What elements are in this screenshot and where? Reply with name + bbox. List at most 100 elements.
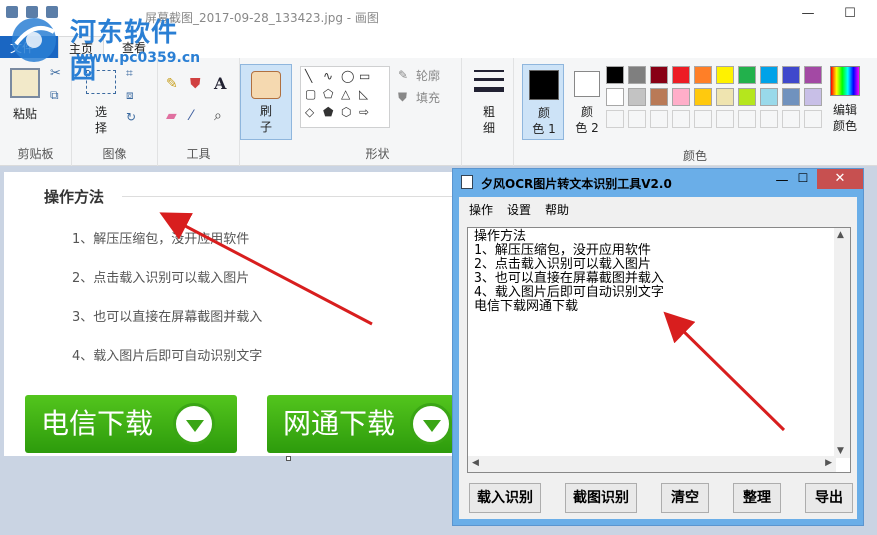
custom-color-slot[interactable] [738, 110, 756, 128]
rounded-rect-shape-icon[interactable]: ▢ [305, 87, 316, 101]
menu-item-settings[interactable]: 设置 [507, 201, 531, 218]
arrow-shape-icon[interactable]: ⇨ [359, 105, 369, 119]
undo-icon[interactable] [45, 6, 58, 18]
tab-file[interactable]: 文件 [0, 36, 58, 58]
vertical-scrollbar[interactable]: ▲ ▼ [834, 228, 850, 458]
right-triangle-shape-icon[interactable]: ◺ [359, 87, 368, 101]
scroll-up-icon[interactable]: ▲ [837, 230, 844, 240]
edit-colors-line2[interactable]: 颜色 [828, 118, 862, 134]
palette-swatch[interactable] [606, 66, 624, 84]
ocr-close-button[interactable]: ✕ [817, 169, 863, 189]
horizontal-scrollbar[interactable]: ◀ ▶ [468, 456, 836, 472]
custom-color-slot[interactable] [650, 110, 668, 128]
tidy-button[interactable]: 整理 [733, 483, 781, 513]
ocr-minimize-button[interactable]: — [771, 173, 793, 191]
palette-swatch[interactable] [716, 88, 734, 106]
custom-color-slot[interactable] [716, 110, 734, 128]
rectangle-shape-icon[interactable]: ▭ [359, 69, 370, 83]
edit-colors-icon[interactable] [830, 66, 860, 96]
palette-swatch[interactable] [694, 66, 712, 84]
palette-swatch[interactable] [650, 66, 668, 84]
palette-swatch[interactable] [628, 88, 646, 106]
custom-color-slot[interactable] [628, 110, 646, 128]
palette-swatch[interactable] [738, 88, 756, 106]
palette-swatch[interactable] [760, 88, 778, 106]
magnifier-icon[interactable]: ⌕ [214, 108, 222, 124]
select-button-line1[interactable]: 选 [86, 104, 116, 120]
load-recognize-button[interactable]: 载入识别 [469, 483, 541, 513]
screenshot-recognize-button[interactable]: 截图识别 [565, 483, 637, 513]
palette-swatch[interactable] [804, 66, 822, 84]
color-picker-icon[interactable]: ⁄ [190, 108, 192, 124]
menu-item-help[interactable]: 帮助 [545, 201, 569, 218]
palette-swatch[interactable] [804, 88, 822, 106]
pencil-icon[interactable]: ✎ [166, 76, 178, 92]
canvas-resize-handle[interactable] [286, 456, 291, 461]
palette-swatch[interactable] [694, 88, 712, 106]
hexagon-shape-icon[interactable]: ⬡ [341, 105, 351, 119]
palette-swatch[interactable] [672, 88, 690, 106]
paste-button[interactable]: 粘贴 [8, 106, 42, 122]
brushes-button[interactable]: 刷 子 [240, 64, 292, 140]
tab-view[interactable]: 查看 [112, 36, 156, 58]
drawing-canvas[interactable]: 操作方法 1、解压压缩包，没开应用软件 2、点击载入识别可以载入图片 3、也可以… [4, 172, 462, 456]
size-button[interactable]: 粗 细 [462, 58, 514, 166]
tab-home[interactable]: 主页 [58, 36, 104, 58]
palette-swatch[interactable] [606, 88, 624, 106]
pentagon-shape-icon[interactable]: ⬟ [323, 105, 333, 119]
palette-swatch[interactable] [628, 66, 646, 84]
curve-shape-icon[interactable]: ∿ [323, 69, 333, 83]
custom-color-slot[interactable] [782, 110, 800, 128]
custom-color-slot[interactable] [694, 110, 712, 128]
custom-color-slot[interactable] [672, 110, 690, 128]
custom-color-slot[interactable] [804, 110, 822, 128]
triangle-shape-icon[interactable]: △ [341, 87, 350, 101]
palette-swatch[interactable] [782, 88, 800, 106]
palette-swatch[interactable] [650, 88, 668, 106]
clipboard-icon[interactable] [10, 68, 40, 98]
fill-icon[interactable]: ⛊ [398, 90, 407, 105]
shapes-gallery[interactable]: ╲ ∿ ◯ ▭ ▢ ⬠ △ ◺ ◇ ⬟ ⬡ ⇨ [300, 66, 390, 128]
edit-colors-line1[interactable]: 编辑 [828, 102, 862, 118]
custom-color-slot[interactable] [606, 110, 624, 128]
line-shape-icon[interactable]: ╲ [305, 69, 312, 83]
menu-item-operate[interactable]: 操作 [469, 201, 493, 218]
fill-bucket-icon[interactable]: ⛊ [190, 76, 201, 92]
size-label-line2: 细 [482, 121, 495, 135]
scroll-left-icon[interactable]: ◀ [472, 458, 479, 468]
rotate-icon[interactable]: ↻ [126, 110, 136, 124]
export-button[interactable]: 导出 [805, 483, 853, 513]
scroll-right-icon[interactable]: ▶ [825, 458, 832, 468]
oval-shape-icon[interactable]: ◯ [341, 69, 354, 83]
fill-button[interactable]: 填充 [416, 90, 440, 106]
palette-swatch[interactable] [760, 66, 778, 84]
diamond-shape-icon[interactable]: ◇ [305, 105, 314, 119]
crop-icon[interactable]: ⌗ [126, 66, 133, 81]
clear-button[interactable]: 清空 [661, 483, 709, 513]
outline-icon[interactable]: ✎ [398, 68, 408, 82]
custom-color-slot[interactable] [760, 110, 778, 128]
palette-swatch[interactable] [738, 66, 756, 84]
resize-icon[interactable]: ⧈ [126, 88, 134, 103]
outline-button[interactable]: 轮廓 [416, 68, 440, 84]
save-icon[interactable] [25, 6, 38, 18]
select-button-line2[interactable]: 择 [86, 120, 116, 136]
quick-access-toolbar[interactable] [6, 6, 66, 20]
palette-swatch[interactable] [672, 66, 690, 84]
text-tool-icon[interactable]: A [214, 74, 226, 93]
scroll-down-icon[interactable]: ▼ [837, 446, 844, 456]
copy-icon[interactable]: ⧉ [50, 88, 59, 103]
ocr-title-bar[interactable]: 夕风OCR图片转文本识别工具V2.0 — ☐ ✕ [453, 169, 863, 197]
color2-button[interactable]: 颜 色 2 [568, 66, 606, 142]
maximize-button[interactable]: ☐ [840, 6, 860, 22]
select-icon[interactable] [86, 70, 116, 94]
minimize-button[interactable]: — [798, 6, 818, 22]
color1-button[interactable]: 颜 色 1 [522, 64, 564, 140]
palette-swatch[interactable] [782, 66, 800, 84]
eraser-icon[interactable]: ▰ [166, 108, 177, 124]
cut-icon[interactable]: ✂ [50, 66, 61, 81]
ocr-result-textarea[interactable]: 操作方法 1、解压压缩包，没开应用软件 2、点击载入识别可以载入图片 3、也可以… [467, 227, 851, 473]
polygon-shape-icon[interactable]: ⬠ [323, 87, 333, 101]
ocr-maximize-button[interactable]: ☐ [791, 171, 815, 191]
palette-swatch[interactable] [716, 66, 734, 84]
